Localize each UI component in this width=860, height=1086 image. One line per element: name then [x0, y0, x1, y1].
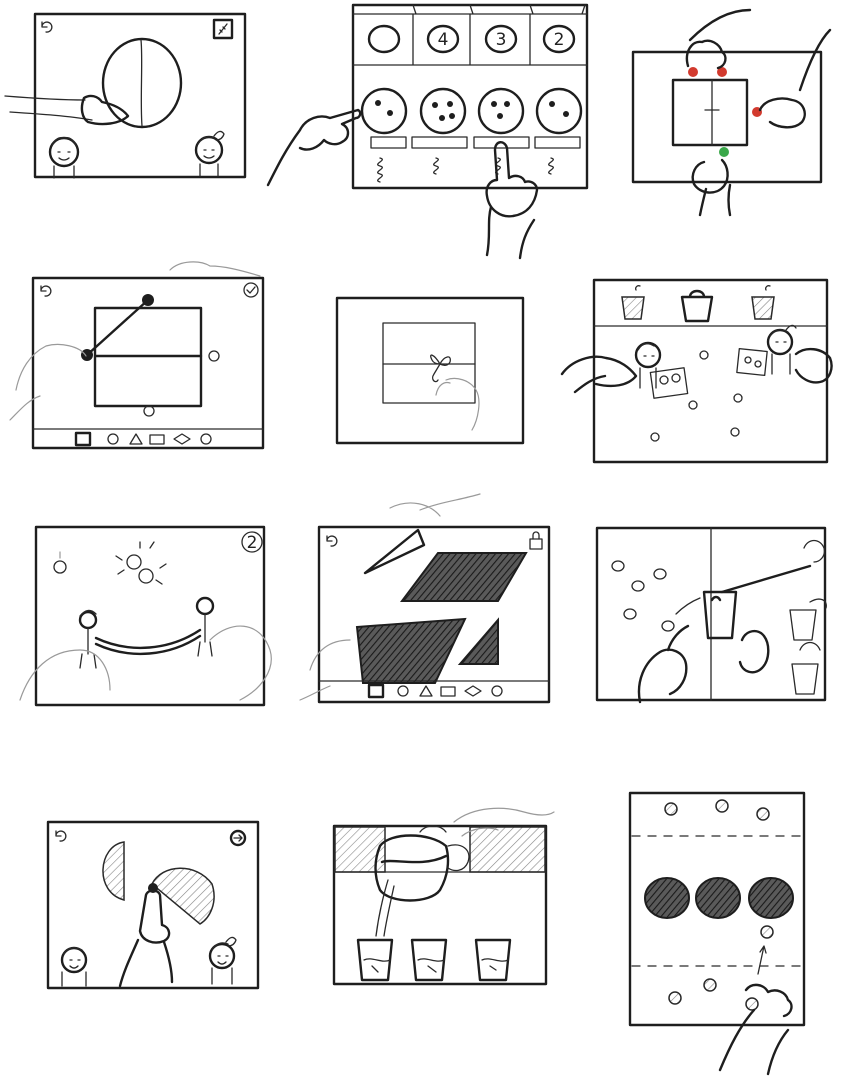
- cookie-half-left[interactable]: [102, 841, 125, 901]
- fold-line: [704, 79, 720, 146]
- panel-10: [46, 820, 260, 990]
- panel-3-frame: [631, 50, 823, 184]
- hand-sketches: [9, 261, 261, 421]
- round-badge: 2: [241, 531, 263, 553]
- reaching-arm: [4, 95, 93, 121]
- left-hand: [637, 624, 690, 704]
- launch-arrow: [757, 945, 767, 975]
- hand-sketch: [435, 377, 480, 431]
- cookie: [101, 37, 183, 129]
- svg-text:3: 3: [496, 30, 507, 50]
- right-hand: [485, 141, 539, 260]
- label-slots: [370, 136, 581, 149]
- falling-cookies: [53, 541, 167, 585]
- panel-8: [299, 493, 551, 704]
- drag-arrow: [675, 597, 701, 615]
- drag-handle[interactable]: [142, 294, 154, 306]
- next-arrow-icon[interactable]: [229, 829, 247, 847]
- flicking-hand: [718, 983, 793, 1076]
- hand-sketches: [19, 625, 272, 701]
- panel-3: [631, 8, 832, 217]
- child-right: [195, 596, 215, 657]
- shape-toolbar[interactable]: [367, 683, 503, 699]
- panel-12: [628, 791, 806, 1076]
- carry-pole: [720, 564, 812, 594]
- panel-5-frame: [335, 296, 525, 445]
- panel-5: [335, 296, 525, 445]
- panel-11: [332, 807, 555, 986]
- counter-dividers: [352, 4, 588, 66]
- svg-text:2: 2: [247, 533, 258, 553]
- window-shading: [469, 826, 546, 873]
- large-pucks[interactable]: [644, 877, 794, 919]
- basket[interactable]: [702, 590, 738, 640]
- undo-icon[interactable]: [41, 21, 53, 33]
- square-shape: [382, 322, 476, 404]
- springs: [377, 157, 554, 183]
- cookie-row[interactable]: [360, 87, 583, 135]
- checkmark-icon[interactable]: [243, 282, 259, 298]
- pitcher[interactable]: [374, 834, 450, 902]
- trapezoid-shape[interactable]: [355, 617, 467, 684]
- cups[interactable]: [356, 938, 512, 982]
- panel-2: 4 3 2: [266, 3, 589, 260]
- anchor-point[interactable]: [208, 350, 220, 362]
- parallelogram-shape[interactable]: [400, 552, 528, 602]
- green-marker[interactable]: [719, 147, 729, 157]
- counter-3: 3: [484, 24, 518, 54]
- storyboard-sheet: 4 3 2 2: [4, 3, 833, 1076]
- ruler-icon[interactable]: [212, 18, 234, 40]
- panel-7-frame: [34, 525, 266, 707]
- left-hand: [560, 355, 638, 394]
- counter-1: [367, 24, 401, 54]
- shape-toolbar[interactable]: [74, 431, 212, 447]
- boy-avatar: [60, 946, 88, 987]
- basket-tags: [635, 285, 771, 291]
- basket-right: [751, 296, 775, 320]
- anchor-point[interactable]: [143, 405, 155, 417]
- bow-knot: [430, 354, 451, 383]
- lock-icon[interactable]: [529, 531, 543, 550]
- girl-avatar: [208, 936, 237, 985]
- basket-left: [621, 296, 645, 320]
- panel-4: [9, 261, 265, 450]
- bottom-hand: [691, 158, 732, 217]
- moving-ball[interactable]: [760, 925, 774, 939]
- bottom-balls[interactable]: [668, 978, 759, 1011]
- undo-icon[interactable]: [326, 535, 338, 547]
- triangle-shape[interactable]: [457, 617, 499, 665]
- undo-icon[interactable]: [55, 830, 67, 842]
- counter-4: 2: [542, 24, 576, 54]
- girl-character: [736, 324, 797, 377]
- panel-9: [595, 526, 827, 704]
- pointing-hand: [118, 889, 174, 988]
- panel-1: [4, 12, 247, 179]
- scattered-cookies[interactable]: [611, 560, 675, 632]
- undo-icon[interactable]: [40, 285, 52, 297]
- pitcher-handle: [419, 825, 470, 872]
- blanket: [94, 628, 202, 655]
- panel-10-frame: [46, 820, 260, 990]
- boy-avatar: [48, 136, 80, 179]
- counter-2: 4: [426, 24, 460, 54]
- panel-7: 2: [19, 525, 272, 707]
- drag-handle[interactable]: [81, 349, 93, 361]
- top-balls[interactable]: [664, 799, 770, 821]
- helper-characters: [789, 539, 827, 695]
- left-hand: [266, 108, 362, 187]
- side-hand: [758, 28, 832, 129]
- child-left: [78, 609, 98, 669]
- boy-character: [634, 341, 689, 399]
- panel-6: [560, 278, 833, 464]
- svg-text:2: 2: [554, 30, 565, 50]
- cone-shape[interactable]: [363, 528, 426, 575]
- basket-center: [680, 289, 714, 323]
- square-shape: [671, 78, 749, 147]
- svg-text:4: 4: [438, 30, 449, 50]
- girl-avatar: [194, 130, 225, 177]
- red-marker[interactable]: [688, 67, 698, 77]
- loose-cookies[interactable]: [650, 350, 743, 442]
- right-hand: [738, 629, 770, 674]
- top-hand: [685, 8, 752, 70]
